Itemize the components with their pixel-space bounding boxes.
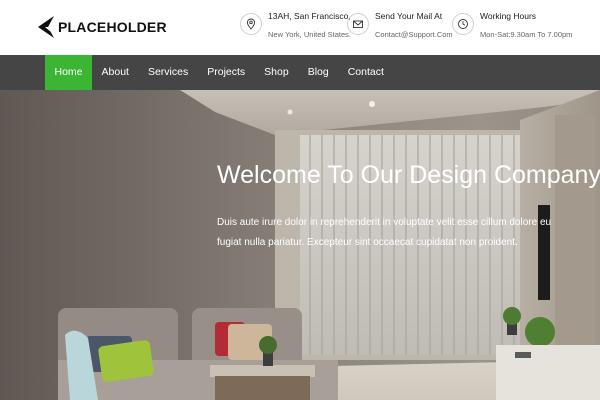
clock-icon: [458, 19, 468, 29]
hero-title: Welcome To Our Design Company: [217, 161, 600, 189]
mail-line1: Send Your Mail At: [375, 11, 443, 21]
mail-circle: [347, 13, 369, 35]
top-header: PLACEHOLDER 13AH, San Francisco, New Yor…: [0, 0, 600, 55]
main-nav: Home About Services Projects Shop Blog C…: [0, 55, 600, 90]
location-circle: [240, 13, 262, 35]
logo-text: PLACEHOLDER: [58, 19, 167, 35]
mail-line2[interactable]: Contact@Support.Com: [375, 29, 453, 41]
logo-mark-icon: [38, 16, 54, 38]
contact-mail: Send Your Mail At Contact@Support.Com: [347, 10, 453, 41]
hours-line1: Working Hours: [480, 11, 537, 21]
location-line1: 13AH, San Francisco,: [268, 11, 351, 21]
nav-item-blog[interactable]: Blog: [298, 55, 338, 90]
hours-line2: Mon-Sat:9.30am To 7.00pm: [480, 30, 573, 39]
nav-item-contact[interactable]: Contact: [338, 55, 393, 90]
location-line2: New York, United States.: [268, 30, 351, 39]
contact-hours: Working Hours Mon-Sat:9.30am To 7.00pm: [452, 10, 572, 41]
map-pin-icon: [246, 18, 256, 30]
nav-menu: Home About Services Projects Shop Blog C…: [45, 55, 393, 90]
hours-circle: [452, 13, 474, 35]
nav-item-shop[interactable]: Shop: [255, 55, 299, 90]
nav-item-services[interactable]: Services: [138, 55, 197, 90]
logo[interactable]: PLACEHOLDER: [36, 14, 167, 40]
nav-item-about[interactable]: About: [92, 55, 138, 90]
nav-item-home[interactable]: Home: [45, 55, 93, 90]
nav-item-projects[interactable]: Projects: [198, 55, 255, 90]
hero-banner: Welcome To Our Design Company Duis aute …: [0, 90, 600, 400]
contact-location: 13AH, San Francisco, New York, United St…: [240, 10, 351, 41]
envelope-icon: [353, 20, 363, 28]
hero-description: Duis aute irure dolor in reprehenderit i…: [217, 217, 552, 248]
